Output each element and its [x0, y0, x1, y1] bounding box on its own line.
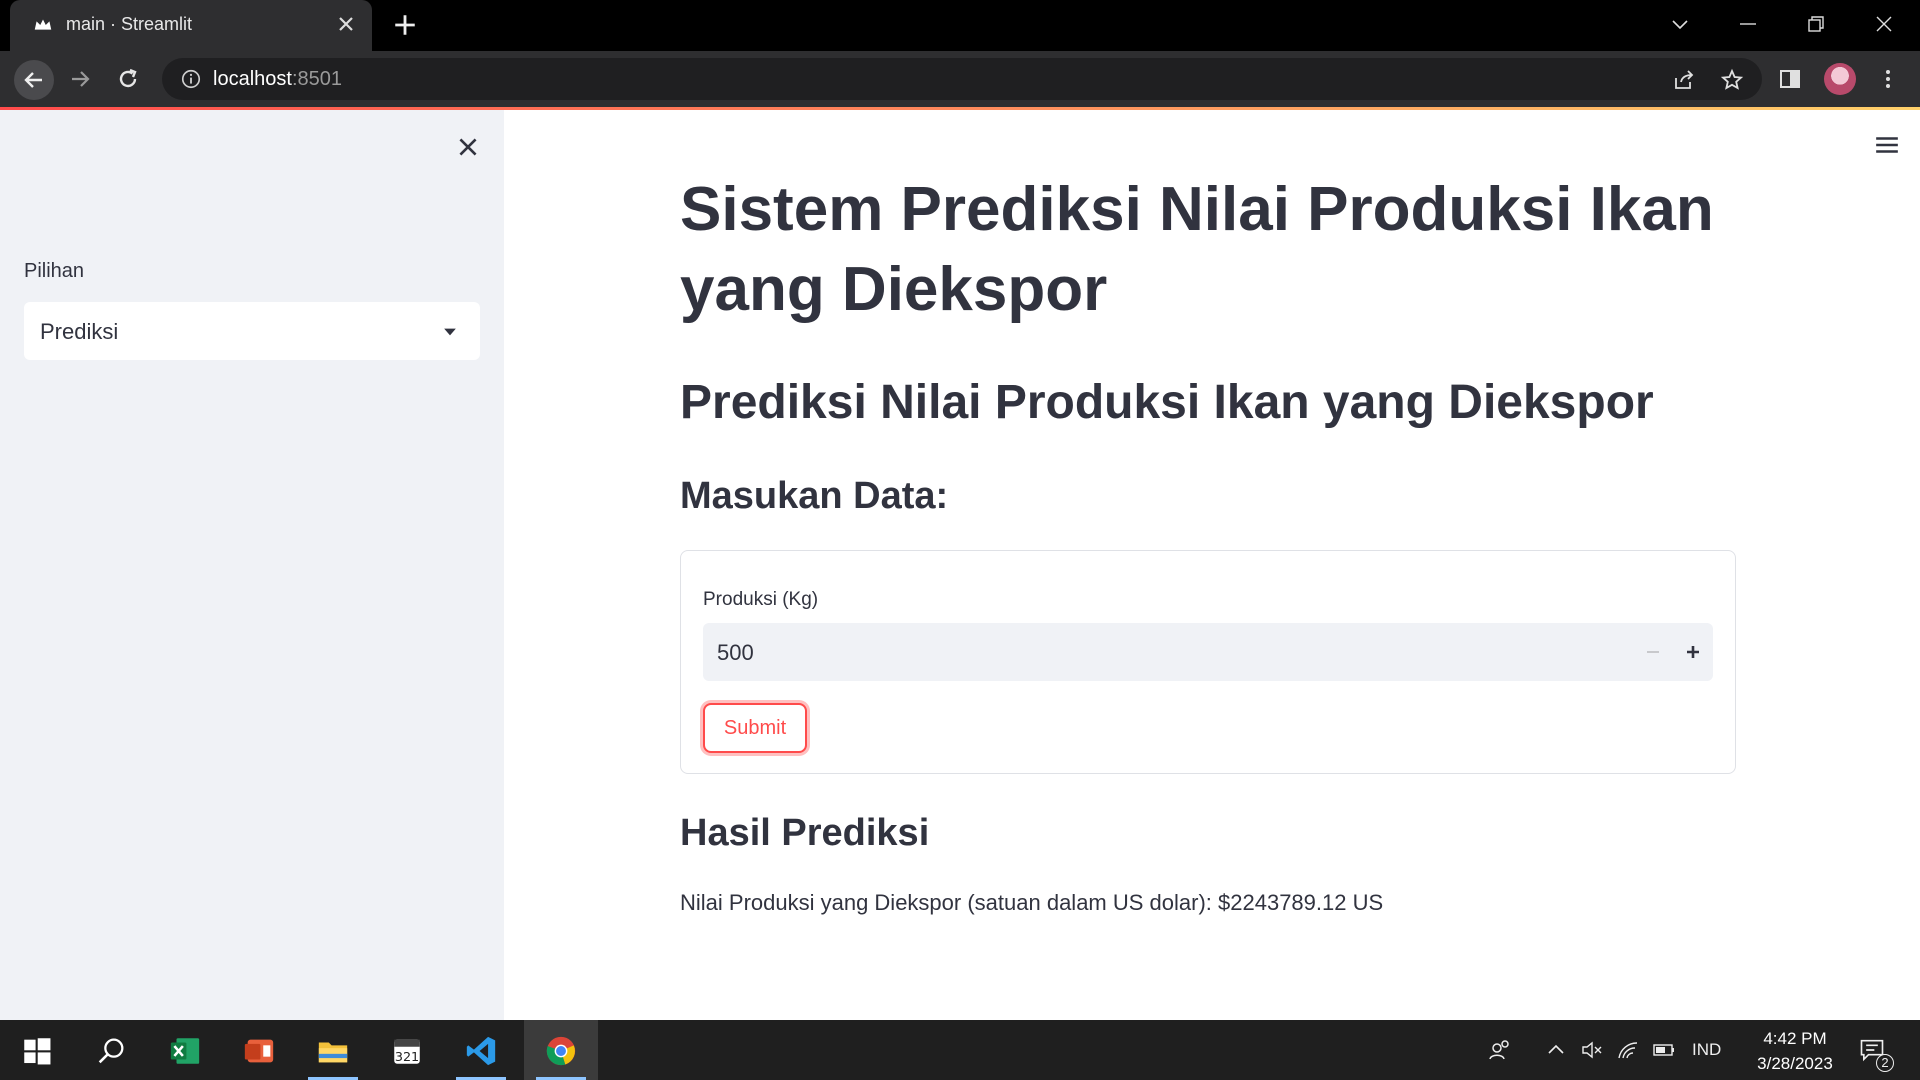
profile-avatar[interactable] — [1824, 63, 1856, 95]
submit-button[interactable]: Submit — [703, 703, 807, 753]
taskbar-search[interactable] — [74, 1020, 148, 1080]
tab-search-chevron-icon[interactable] — [1668, 12, 1692, 36]
taskbar-calendar-app[interactable]: 321 — [370, 1020, 444, 1080]
selectbox-value: Prediksi — [40, 319, 119, 344]
site-info-icon[interactable] — [180, 68, 202, 90]
taskbar-vscode[interactable] — [444, 1020, 518, 1080]
share-icon[interactable] — [1672, 68, 1696, 92]
select-label: Pilihan — [24, 260, 85, 282]
dropdown-caret-icon — [444, 328, 456, 336]
browser-toolbar: localhost:8501 — [0, 51, 1920, 107]
input-form: Produksi (Kg) 500 Submit — [680, 550, 1736, 774]
produksi-value[interactable]: 500 — [717, 640, 754, 666]
tab-title: main · Streamlit — [66, 14, 193, 34]
browser-tab-strip: main · Streamlit — [0, 0, 1920, 51]
main-content: Sistem Prediksi Nilai Produksi Ikan yang… — [504, 110, 1920, 1020]
forward-arrow-icon[interactable] — [68, 67, 92, 91]
show-hidden-icons-chevron-icon[interactable] — [1544, 1038, 1568, 1062]
minimize-icon[interactable] — [1736, 12, 1760, 36]
folder-icon — [318, 1042, 348, 1063]
chrome-icon — [546, 1036, 576, 1066]
start-button[interactable] — [0, 1020, 74, 1080]
clock-time: 4:42 PM — [1763, 1029, 1827, 1048]
new-tab-icon[interactable] — [392, 12, 418, 38]
windows-logo-icon — [24, 1038, 51, 1065]
clock-date: 3/28/2023 — [1757, 1054, 1833, 1073]
taskbar-file-explorer[interactable] — [296, 1020, 370, 1080]
back-arrow-icon — [24, 72, 42, 88]
bookmark-star-icon[interactable] — [1720, 68, 1744, 92]
result-text: Nilai Produksi yang Diekspor (satuan dal… — [680, 890, 1384, 915]
restore-icon[interactable] — [1804, 12, 1828, 36]
clock[interactable]: 4:42 PM 3/28/2023 — [1740, 1026, 1850, 1076]
calendar-icon: 321 — [394, 1039, 420, 1065]
result-heading: Hasil Prediksi — [680, 812, 930, 854]
vscode-icon — [466, 1036, 496, 1066]
close-window-icon[interactable] — [1872, 12, 1896, 36]
windows-taskbar: 321 IND 4:42 PM 3/28/2023 2 — [0, 1020, 1920, 1080]
produksi-label: Produksi (Kg) — [703, 589, 819, 610]
url-text: localhost:8501 — [213, 68, 342, 90]
taskbar-excel[interactable] — [148, 1020, 222, 1080]
people-icon[interactable] — [1488, 1038, 1512, 1062]
increment-icon[interactable] — [1681, 640, 1705, 664]
back-button[interactable] — [14, 60, 54, 100]
page-title: Sistem Prediksi Nilai Produksi Ikan yang… — [680, 175, 1714, 324]
excel-icon — [170, 1038, 200, 1064]
decrement-icon[interactable] — [1641, 640, 1665, 664]
browser-tab[interactable]: main · Streamlit — [10, 0, 372, 51]
close-tab-icon[interactable] — [334, 12, 358, 36]
input-language[interactable]: IND — [1692, 1040, 1721, 1060]
battery-icon[interactable] — [1652, 1038, 1676, 1062]
presentation-app-icon — [244, 1039, 274, 1063]
svg-text:321: 321 — [395, 1050, 419, 1065]
pilihan-selectbox[interactable]: Prediksi — [24, 302, 480, 360]
notification-count-badge: 2 — [1876, 1054, 1894, 1072]
browser-menu-icon[interactable] — [1876, 67, 1900, 91]
form-heading: Masukan Data: — [680, 475, 949, 517]
side-panel-icon[interactable] — [1778, 67, 1802, 91]
reload-icon[interactable] — [116, 67, 140, 91]
main-menu-icon[interactable] — [1874, 132, 1900, 158]
close-sidebar-icon[interactable] — [455, 134, 481, 160]
search-icon — [98, 1038, 124, 1064]
volume-muted-icon[interactable] — [1580, 1038, 1604, 1062]
page-subtitle: Prediksi Nilai Produksi Ikan yang Dieksp… — [680, 376, 1654, 429]
address-bar[interactable]: localhost:8501 — [162, 58, 1762, 100]
taskbar-powerpoint[interactable] — [222, 1020, 296, 1080]
streamlit-crown-icon — [34, 19, 52, 30]
taskbar-chrome[interactable] — [524, 1020, 598, 1080]
produksi-number-input[interactable]: 500 — [703, 623, 1713, 681]
wifi-icon[interactable] — [1616, 1038, 1640, 1062]
sidebar: Pilihan Prediksi — [0, 110, 504, 1020]
